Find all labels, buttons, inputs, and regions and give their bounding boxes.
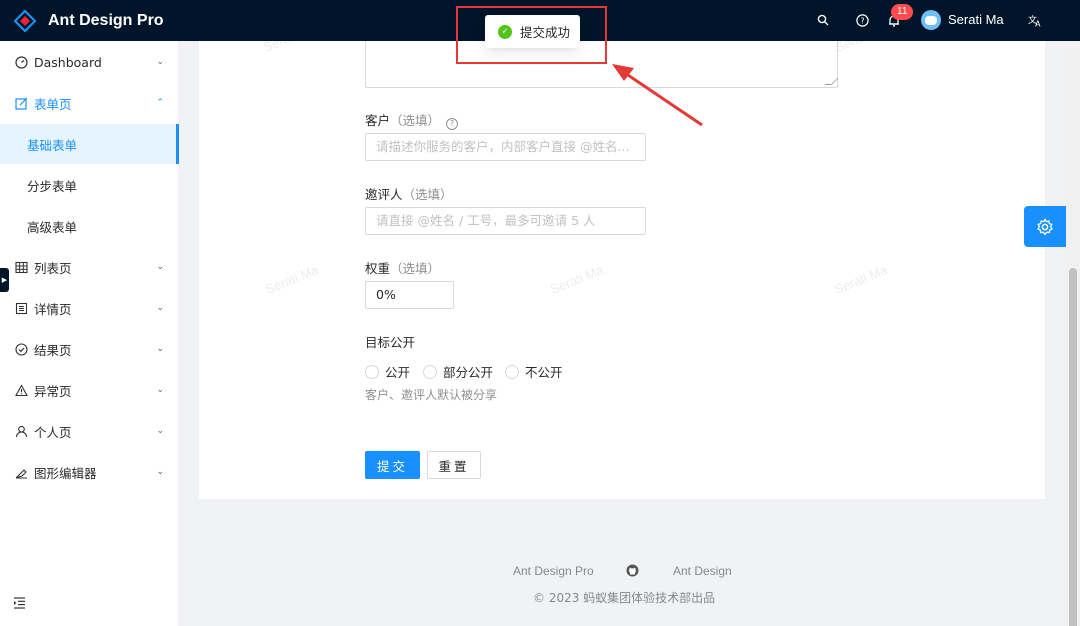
sidebar-item-editor[interactable]: 图形编辑器 ⌄: [0, 452, 179, 492]
page-scrollbar[interactable]: [1066, 41, 1080, 626]
question-circle-icon[interactable]: ?: [446, 118, 459, 130]
sidebar-item-label: 图形编辑器: [34, 465, 97, 481]
sidebar-item-label: Dashboard: [34, 54, 102, 70]
sidebar-item-profile[interactable]: 详情页 ⌄: [0, 288, 179, 328]
chevron-down-icon: ⌄: [156, 467, 164, 477]
sidebar-item-label: 基础表单: [27, 137, 78, 153]
footer-link-pro[interactable]: Ant Design Pro: [513, 564, 594, 578]
warning-icon: [14, 383, 28, 397]
radio-public[interactable]: 公开: [365, 362, 410, 381]
radio-private[interactable]: 不公开: [505, 362, 563, 381]
sidebar-item-label: 结果页: [34, 342, 72, 358]
check-circle-icon: ✓: [498, 24, 512, 39]
highlight-icon: [14, 465, 28, 479]
sidebar-menu: Dashboard ⌄ 表单页 ⌃ 基础表单 分步表单 高级表单 列表页 ⌄ 详…: [0, 41, 179, 626]
success-message-toast: ✓ 提交成功: [485, 15, 580, 48]
sidebar-item-label: 列表页: [34, 260, 72, 276]
sidebar-item-label: 高级表单: [27, 219, 78, 235]
svg-text:A: A: [1035, 19, 1041, 27]
dashboard-icon: [14, 55, 28, 69]
logo[interactable]: Ant Design Pro: [0, 9, 164, 32]
toast-message: 提交成功: [520, 25, 571, 40]
public-hint: 客户、邀评人默认被分享: [365, 388, 498, 402]
weight-label: 权重（选填）: [365, 261, 441, 276]
form-icon: [14, 96, 28, 110]
radio-partial-public[interactable]: 部分公开: [423, 362, 493, 381]
goal-textarea[interactable]: [365, 41, 838, 88]
reset-button[interactable]: 重置: [427, 451, 481, 479]
sidebar-item-exception[interactable]: 异常页 ⌄: [0, 370, 179, 410]
radio-circle: [423, 364, 437, 379]
copyright-icon: ©: [533, 591, 545, 605]
weight-input[interactable]: 0%: [365, 281, 454, 309]
question-icon[interactable]: ?: [852, 10, 872, 30]
check-circle-icon: [14, 342, 28, 356]
sidebar-item-label: 分步表单: [27, 178, 78, 194]
submit-button[interactable]: 提交: [365, 451, 420, 479]
profile-icon: [14, 301, 28, 315]
username[interactable]: Serati Ma: [948, 12, 1004, 27]
sidebar-item-label: 表单页: [34, 96, 72, 112]
public-label: 目标公开: [365, 335, 416, 350]
sidebar-item-account[interactable]: 个人页 ⌄: [0, 411, 179, 451]
table-icon: [14, 260, 28, 274]
footer-link-antd[interactable]: Ant Design: [673, 564, 732, 578]
sidebar-item-list[interactable]: 列表页 ⌄: [0, 247, 179, 287]
translate-icon[interactable]: 文A: [1024, 10, 1046, 30]
gear-icon: [1037, 217, 1053, 235]
chevron-down-icon: ⌄: [156, 262, 164, 272]
notification-badge: 11: [891, 4, 914, 20]
svg-text:?: ?: [860, 16, 864, 25]
sidebar-item-result[interactable]: 结果页 ⌄: [0, 329, 179, 369]
sidebar-item-label: 个人页: [34, 424, 72, 440]
chevron-down-icon: ⌄: [156, 57, 164, 67]
invites-input[interactable]: 请直接 @姓名 / 工号，最多可邀请 5 人: [365, 207, 646, 235]
settings-drawer-button[interactable]: [1024, 206, 1066, 247]
chevron-up-icon: ⌃: [156, 98, 164, 108]
radio-circle: [505, 364, 519, 379]
search-icon[interactable]: [813, 10, 833, 30]
client-input[interactable]: 请描述你服务的客户，内部客户直接 @姓名...: [365, 133, 646, 161]
github-icon[interactable]: [626, 564, 639, 580]
copyright: © 2023 蚂蚁集团体验技术部出品: [533, 591, 716, 605]
chevron-down-icon: ⌄: [156, 303, 164, 313]
sidebar-item-step-form[interactable]: 分步表单: [0, 165, 179, 205]
sidebar-item-label: 异常页: [34, 383, 72, 399]
avatar[interactable]: [921, 10, 941, 30]
radio-circle: [365, 364, 379, 379]
sidebar-collapse-handle[interactable]: ▶: [0, 268, 9, 292]
invites-label: 邀评人（选填）: [365, 187, 453, 202]
ant-design-logo-icon: [14, 9, 36, 32]
sidebar-item-advanced-form[interactable]: 高级表单: [0, 206, 179, 246]
client-label: 客户（选填）?: [365, 110, 459, 130]
sidebar-item-label: 详情页: [34, 301, 72, 317]
app-title: Ant Design Pro: [48, 11, 164, 29]
chevron-down-icon: ⌄: [156, 426, 164, 436]
user-icon: [14, 424, 28, 438]
sidebar-item-form[interactable]: 表单页 ⌃: [0, 83, 179, 123]
chevron-down-icon: ⌄: [156, 385, 164, 395]
menu-fold-icon[interactable]: [13, 597, 26, 613]
form-card: [199, 41, 1045, 499]
scrollbar-thumb[interactable]: [1069, 268, 1077, 626]
sidebar-item-basic-form[interactable]: 基础表单: [0, 124, 179, 164]
sidebar-item-dashboard[interactable]: Dashboard ⌄: [0, 42, 179, 82]
chevron-down-icon: ⌄: [156, 344, 164, 354]
